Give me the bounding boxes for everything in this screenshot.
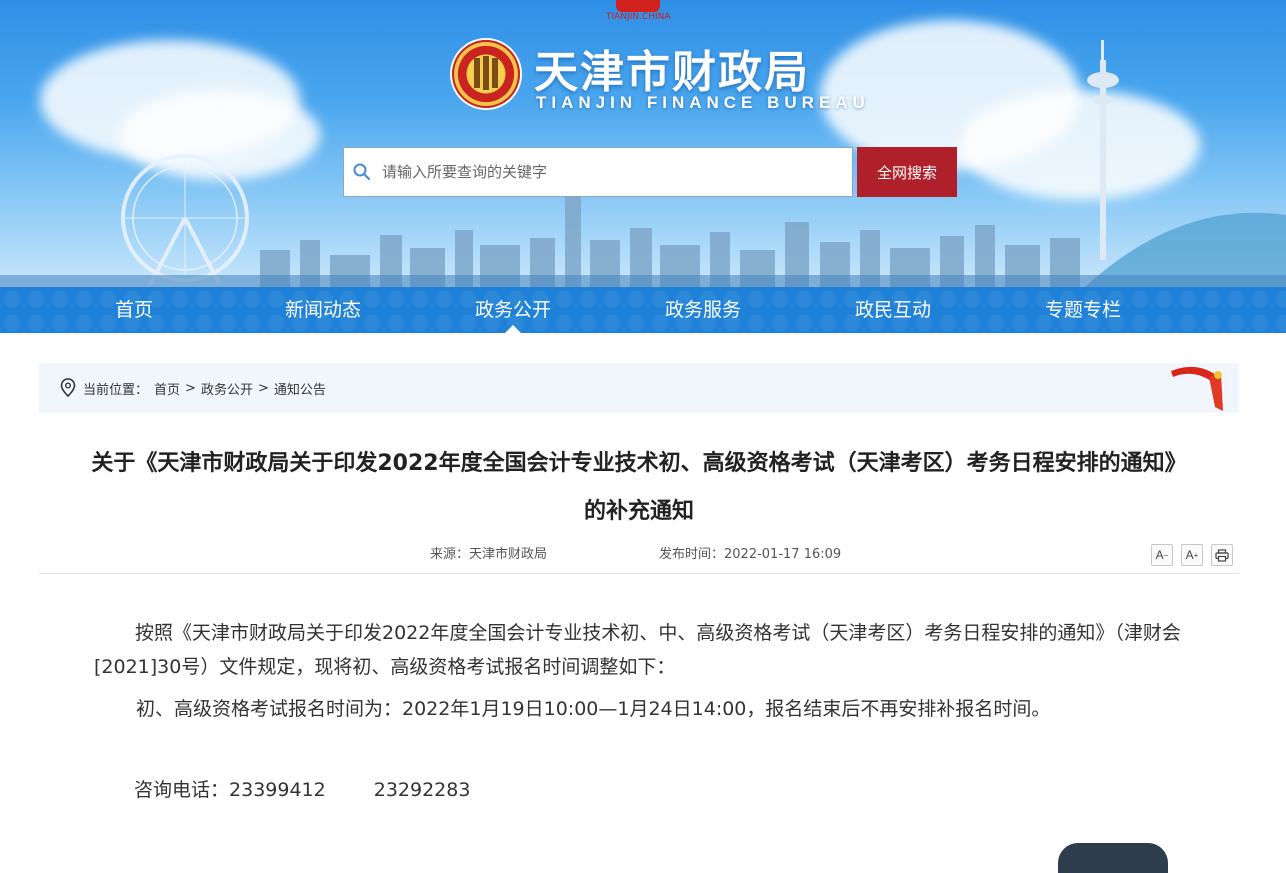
- breadcrumb-item-government-affairs[interactable]: 政务公开: [201, 379, 253, 398]
- breadcrumb-item-notices[interactable]: 通知公告: [274, 379, 326, 398]
- main-nav: 首页 新闻动态 政务公开 政务服务 政民互动 专题专栏: [0, 287, 1286, 333]
- article-title: 关于《天津市财政局关于印发2022年度全国会计专业技术初、高级资格考试（天津考区…: [39, 440, 1239, 536]
- breadcrumb: 当前位置： 首页 > 政务公开 > 通知公告: [39, 363, 1239, 413]
- ferris-wheel-icon: [121, 154, 249, 286]
- finance-bureau-logo-icon: [452, 40, 520, 108]
- search-button[interactable]: 全网搜索: [857, 147, 957, 197]
- breadcrumb-separator: >: [257, 380, 269, 396]
- tianjin-china-emblem: TIANJIN.CHINA: [606, 0, 671, 22]
- nav-item-government-affairs[interactable]: 政务公开: [418, 287, 608, 333]
- article-title-line1: 关于《天津市财政局关于印发2022年度全国会计专业技术初、高级资格考试（天津考区…: [91, 451, 1187, 476]
- source-label: 来源：: [430, 547, 470, 562]
- article-date: 发布时间：2022-01-17 16:09: [659, 543, 841, 562]
- date-label: 发布时间：: [659, 547, 725, 562]
- article-contact-phone: 咨询电话：23399412 23292283: [134, 773, 1254, 807]
- phone-number-2: 23292283: [373, 779, 471, 801]
- print-icon: [1215, 548, 1229, 562]
- article-paragraph-1: 按照《天津市财政局关于印发2022年度全国会计专业技术初、中、高级资格考试（天津…: [94, 622, 1181, 678]
- emblem-text: TIANJIN.CHINA: [606, 12, 671, 22]
- nav-item-government-services[interactable]: 政务服务: [608, 287, 798, 333]
- article-meta: 来源：天津市财政局 发布时间：2022-01-17 16:09: [0, 543, 1286, 563]
- nav-item-public-interaction[interactable]: 政民互动: [798, 287, 988, 333]
- nav-item-home[interactable]: 首页: [39, 287, 229, 333]
- header-banner: TIANJIN.CHINA 天津市财政局 TIANJIN FINANCE BUR…: [0, 0, 1286, 287]
- floating-widget[interactable]: [1058, 843, 1168, 873]
- print-button[interactable]: [1211, 544, 1233, 566]
- meta-divider: [39, 573, 1239, 574]
- nav-item-special-topics[interactable]: 专题专栏: [988, 287, 1178, 333]
- article-title-line2: 的补充通知: [583, 499, 694, 524]
- article-tools: A − A +: [1151, 544, 1233, 566]
- breadcrumb-separator: >: [185, 380, 196, 396]
- site-title: 天津市财政局: [534, 47, 810, 98]
- breadcrumb-prefix: 当前位置：: [83, 382, 149, 398]
- search-box: [343, 147, 853, 197]
- breadcrumb-item-home[interactable]: 首页: [154, 379, 180, 398]
- phone-label: 咨询电话：: [134, 779, 230, 801]
- search-icon: [344, 163, 380, 181]
- search-input[interactable]: [380, 148, 852, 196]
- font-increase-label: A: [1185, 548, 1194, 562]
- font-decrease-label: A: [1155, 548, 1164, 562]
- tv-tower-icon: [1087, 40, 1119, 260]
- source-value: 天津市财政局: [469, 547, 548, 562]
- date-value: 2022-01-17 16:09: [724, 547, 842, 562]
- font-increase-button[interactable]: A +: [1181, 544, 1203, 566]
- red-ribbon-decoration-icon: [1171, 366, 1223, 411]
- location-pin-icon: [59, 378, 77, 398]
- phone-number-1: 23399412: [229, 779, 326, 801]
- font-decrease-button[interactable]: A −: [1151, 544, 1173, 566]
- article-source: 来源：天津市财政局: [430, 543, 547, 562]
- site-subtitle: TIANJIN FINANCE BUREAU: [536, 93, 870, 112]
- article-paragraph-2: 初、高级资格考试报名时间为：2022年1月19日10:00—1月24日14:00…: [136, 698, 1051, 720]
- nav-item-news[interactable]: 新闻动态: [228, 287, 418, 333]
